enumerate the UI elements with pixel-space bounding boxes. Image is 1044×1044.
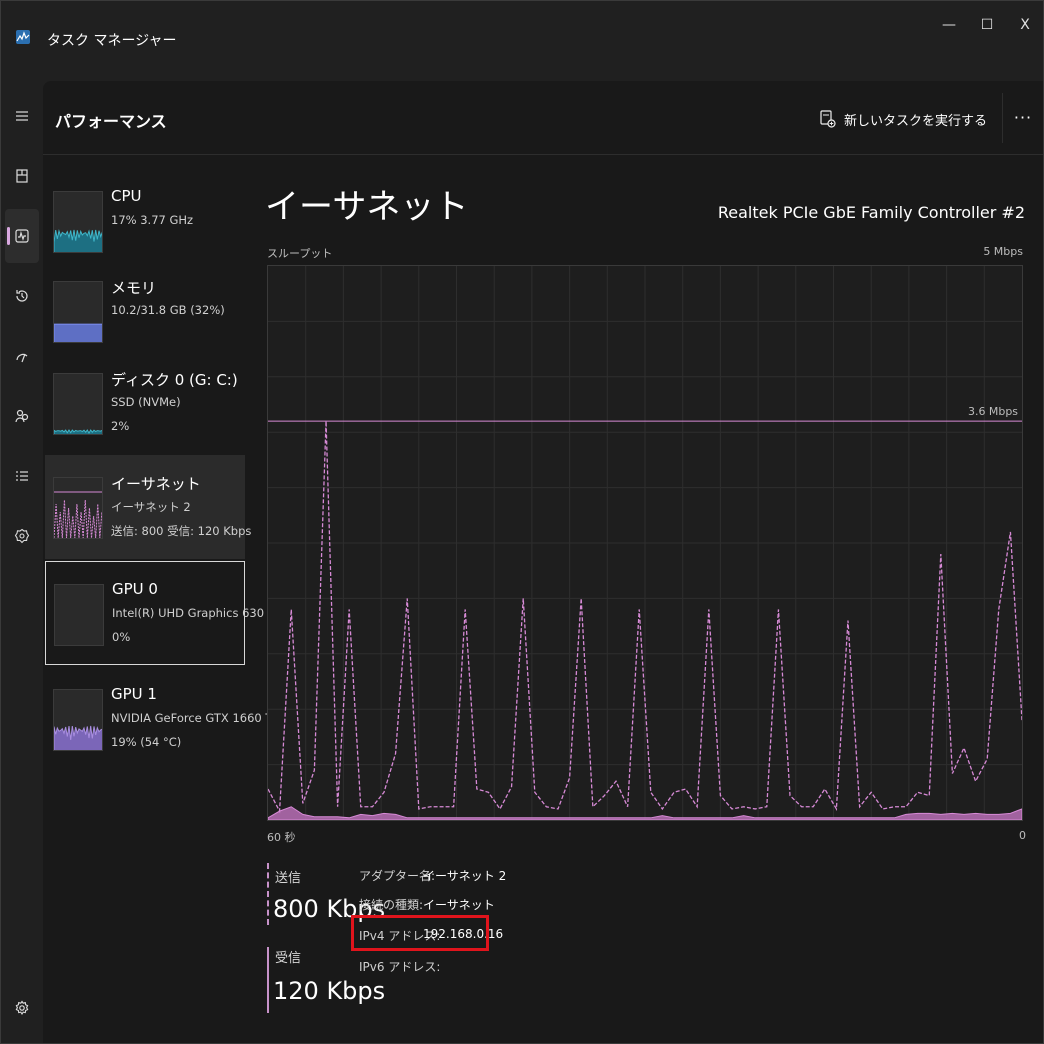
prop-connection-type-value: イーサネット [423,898,495,912]
hamburger-icon [16,111,28,121]
title-bar: タスク マネージャー — ☐ X [1,1,1043,73]
nav-startup[interactable] [5,329,39,383]
device-cpu-detail-1: 17% 3.77 GHz [111,213,194,227]
startup-icon [16,353,28,363]
processes-icon [16,169,28,183]
throughput-graph: 3.6 Mbps [267,265,1023,821]
device-gpu1[interactable]: GPU 1 NVIDIA GeForce GTX 1660 Ti 19% (54 °… [45,667,275,771]
device-ethernet-sparkline-mark [54,491,102,538]
device-disk-sparkline-mark [54,429,102,434]
device-gpu1-sparkline-mark [54,725,102,750]
graph-max-label: 5 Mbps [983,245,1023,258]
device-memory-name: メモリ [111,279,157,297]
recv-label: 受信 [275,951,302,966]
detail-title: イーサネット [265,187,469,227]
navigation-rail [1,81,43,1043]
nav-settings[interactable] [5,981,39,1035]
run-new-task-button[interactable]: 新しいタスクを実行する [820,105,987,133]
nav-details[interactable] [5,449,39,503]
device-gpu0-thumbnail [54,584,104,646]
nav-app-history[interactable] [5,269,39,323]
device-list: CPU 17% 3.77 GHz メモリ 10.2/31.8 GB (32%) ディスク… [43,161,275,1041]
device-gpu1-sparkline [54,725,102,750]
run-task-icon [820,110,836,128]
more-options-button[interactable]: ··· [1011,105,1035,129]
window-title: タスク マネージャー [47,33,177,49]
users-icon [15,409,29,423]
page-title: パフォーマンス [55,112,167,131]
prop-adapter-name-value: イーサネット 2 [423,869,507,883]
device-disk-name: ディスク 0 (G: C:) [111,371,238,389]
nav-menu-button[interactable] [5,89,39,143]
device-ethernet-detail-2: 送信: 800 受信: 120 Kbps [111,524,252,538]
device-cpu-name: CPU [111,187,142,205]
graph-peak-label: 3.6 Mbps [968,405,1018,418]
gear-icon [15,1000,29,1016]
device-memory-detail-1: 10.2/31.8 GB (32%) [111,303,225,317]
device-ethernet-detail-1: イーサネット 2 [111,500,191,514]
services-icon [14,528,30,544]
nav-processes[interactable] [5,149,39,203]
history-icon [16,290,28,302]
prop-ipv6-label: IPv6 アドレス: [359,960,441,974]
page-header: パフォーマンス 新しいタスクを実行する ··· [43,81,1043,155]
recv-value: 120 Kbps [273,977,386,1005]
device-cpu-sparkline-mark [54,228,102,252]
device-cpu-sparkline [54,228,102,252]
adapter-name: Realtek PCIe GbE Family Controller #2 [717,203,1025,222]
run-task-label: 新しいタスクを実行する [843,113,987,129]
device-cpu-thumbnail [53,191,103,253]
device-gpu1-detail-2: 19% (54 °C) [111,735,182,749]
details-icon [16,471,28,481]
ipv4-highlight-box [351,915,489,951]
device-disk-detail-1: SSD (NVMe) [111,395,181,409]
device-disk-thumbnail [53,373,103,435]
task-manager-icon [16,30,30,44]
task-manager-window: タスク マネージャー — ☐ X パフォーマンス 新しいタスクを実行する ···… [0,0,1044,1044]
header-divider [1002,93,1003,143]
device-memory-sparkline-mark [54,323,102,342]
nav-services[interactable] [5,509,39,563]
device-gpu0-sparkline [55,585,104,646]
recv-indicator [267,947,269,1013]
device-gpu0-name: GPU 0 [112,580,158,598]
prop-connection-type-label: 接続の種類: [359,898,424,912]
device-cpu[interactable]: CPU 17% 3.77 GHz [45,169,245,273]
device-gpu1-name: GPU 1 [111,685,157,703]
device-ethernet-sparkline [54,491,102,538]
device-gpu1-thumbnail [53,689,103,751]
device-memory[interactable]: メモリ 10.2/31.8 GB (32%) [45,259,245,363]
send-indicator [267,863,269,925]
throughput-label: スループット [267,247,333,260]
close-button[interactable]: X [1005,11,1044,39]
minimize-button[interactable]: — [929,11,969,39]
send-label: 送信 [275,871,302,886]
device-gpu0[interactable]: GPU 0 Intel(R) UHD Graphics 630 0% [45,561,264,665]
device-disk[interactable]: ディスク 0 (G: C:) SSD (NVMe) 2% [45,351,245,455]
device-memory-sparkline [54,323,102,342]
device-disk-detail-2: 2% [111,419,130,433]
maximize-button[interactable]: ☐ [967,11,1007,39]
nav-performance[interactable] [5,209,39,263]
device-gpu0-detail-1: Intel(R) UHD Graphics 630 [112,606,265,620]
device-ethernet-thumbnail [53,477,103,539]
nav-users[interactable] [5,389,39,443]
main-content: パフォーマンス 新しいタスクを実行する ··· CPU 17% 3.77 GHz メ… [43,81,1043,1043]
device-ethernet-name: イーサネット [111,475,201,493]
device-gpu0-detail-2: 0% [112,630,131,644]
performance-icon [15,229,29,243]
device-memory-thumbnail [53,281,103,343]
graph-x-right-label: 0 [1019,829,1026,842]
device-disk-sparkline [54,429,102,434]
graph-x-left-label: 60 秒 [267,831,296,844]
device-gpu1-detail-1: NVIDIA GeForce GTX 1660 Ti [111,711,276,725]
device-ethernet[interactable]: イーサネットイーサネット 2 送信: 800 受信: 120 Kbps [45,455,251,559]
